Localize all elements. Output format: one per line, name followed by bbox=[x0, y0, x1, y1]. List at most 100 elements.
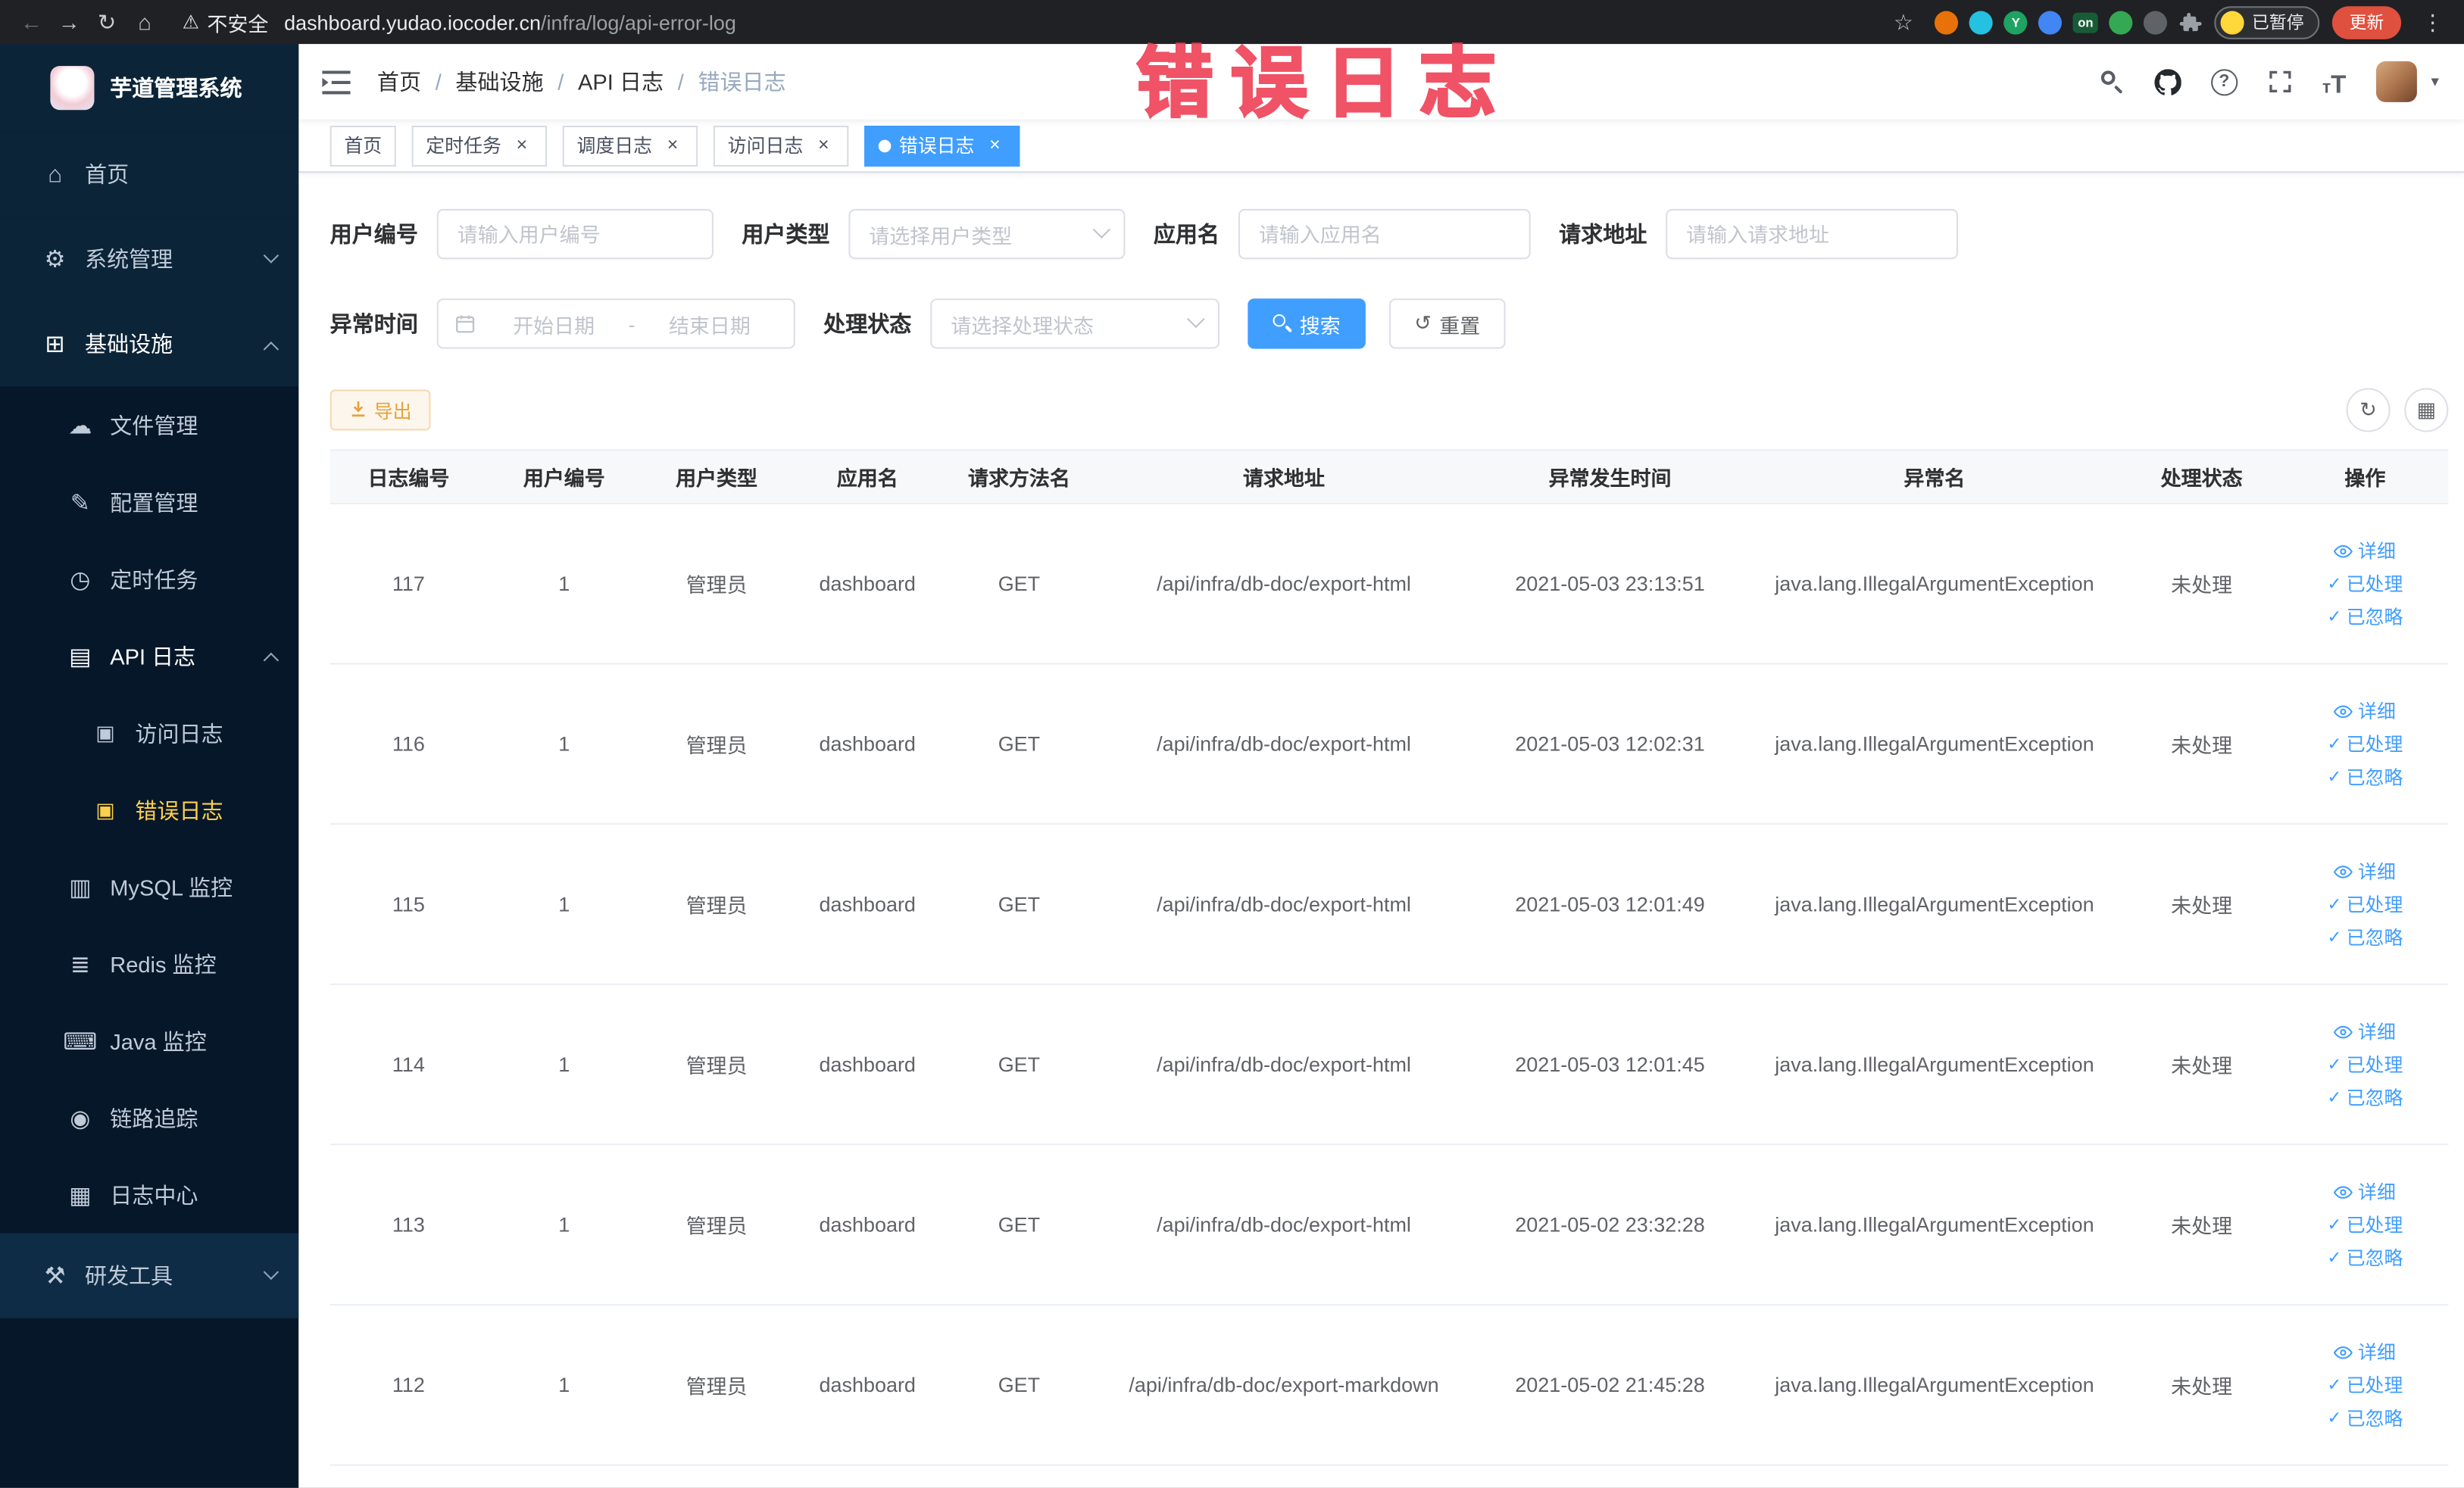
processed-link[interactable]: ✓ 已处理 bbox=[2327, 1371, 2403, 1398]
processed-link[interactable]: ✓ 已处理 bbox=[2327, 570, 2403, 597]
tab-close-icon[interactable]: × bbox=[662, 133, 684, 156]
tab-access-log[interactable]: 访问日志 × bbox=[714, 124, 849, 166]
detail-link[interactable]: 详细 bbox=[2334, 858, 2396, 884]
chevron-down-icon bbox=[263, 247, 280, 263]
font-size-icon[interactable]: тT bbox=[2322, 66, 2346, 98]
cell-time: 2021-05-02 21:45:28 bbox=[1515, 1373, 1705, 1397]
request-url-input[interactable] bbox=[1666, 208, 1959, 260]
ignored-link[interactable]: ✓ 已忽略 bbox=[2327, 604, 2403, 630]
breadcrumb-item[interactable]: 首页 bbox=[377, 66, 421, 97]
sidebar-item-home[interactable]: ⌂ 首页 bbox=[0, 132, 299, 217]
browser-home-icon[interactable]: ⌂ bbox=[126, 9, 164, 34]
extension-on-badge-icon[interactable]: on bbox=[2072, 11, 2098, 33]
processed-link[interactable]: ✓ 已处理 bbox=[2327, 891, 2403, 917]
column-header: 用户类型 bbox=[676, 466, 758, 491]
sidebar-item-job[interactable]: ◷ 定时任务 bbox=[0, 540, 299, 618]
sidebar-item-api-log[interactable]: ▤ API 日志 bbox=[0, 617, 299, 695]
action-label: 详细 bbox=[2358, 700, 2396, 723]
url-bar[interactable]: dashboard.yudao.iocoder.cn/infra/log/api… bbox=[284, 10, 736, 33]
export-button[interactable]: 导出 bbox=[329, 389, 431, 431]
bookmark-star-icon[interactable]: ☆ bbox=[1885, 8, 1922, 35]
search-icon[interactable] bbox=[2100, 66, 2124, 97]
ignored-link[interactable]: ✓ 已忽略 bbox=[2327, 763, 2403, 790]
processed-link[interactable]: ✓ 已处理 bbox=[2327, 731, 2403, 757]
tab-label: 访问日志 bbox=[727, 135, 804, 158]
sidebar-item-infra[interactable]: ⊞ 基础设施 bbox=[0, 301, 299, 387]
app-name-input[interactable] bbox=[1238, 208, 1531, 260]
sidebar-item-label: Java 监控 bbox=[110, 1028, 207, 1054]
sidebar-item-error-log[interactable]: ▣ 错误日志 bbox=[0, 771, 299, 849]
extension-blue-grid-icon[interactable] bbox=[2038, 10, 2063, 34]
extension-green-y-icon[interactable]: Y bbox=[2003, 10, 2028, 34]
github-icon[interactable] bbox=[2154, 66, 2181, 97]
help-icon[interactable]: ? bbox=[2210, 68, 2238, 95]
update-button[interactable]: 更新 bbox=[2331, 5, 2402, 39]
sidebar-item-java[interactable]: ⌨ Java 监控 bbox=[0, 1002, 299, 1080]
sidebar-item-mysql[interactable]: ▥ MySQL 监控 bbox=[0, 848, 299, 925]
forward-icon[interactable]: → bbox=[50, 9, 88, 34]
menu-config-icon: ✎ bbox=[70, 489, 90, 516]
table-header: 日志编号 用户编号 用户类型 应用名 请求方法名 请求地址 异常发生时间 异常名 处理状态 操作 bbox=[329, 451, 2449, 504]
user-avatar[interactable] bbox=[2375, 61, 2417, 102]
processed-link[interactable]: ✓ 已处理 bbox=[2327, 1212, 2403, 1238]
profile-paused-badge[interactable]: 已暂停 bbox=[2214, 5, 2320, 39]
sidebar-item-file[interactable]: ☁ 文件管理 bbox=[0, 386, 299, 464]
extension-leaf-icon[interactable] bbox=[2109, 10, 2133, 34]
tab-job[interactable]: 定时任务 × bbox=[411, 124, 548, 166]
browser-menu-icon[interactable]: ⋮ bbox=[2414, 8, 2452, 35]
processed-link[interactable]: ✓ 已处理 bbox=[2327, 1051, 2403, 1078]
ignored-link[interactable]: ✓ 已忽略 bbox=[2327, 1084, 2403, 1111]
cell-user-type: 管理员 bbox=[685, 733, 748, 758]
search-button[interactable]: 搜索 bbox=[1248, 298, 1366, 349]
check-icon: ✓ bbox=[2327, 1056, 2342, 1075]
sidebar-item-config[interactable]: ✎ 配置管理 bbox=[0, 463, 299, 541]
reload-icon[interactable]: ↻ bbox=[88, 8, 126, 35]
ignored-link[interactable]: ✓ 已忽略 bbox=[2327, 1405, 2403, 1431]
cell-actions: 详细 ✓ 已处理 ✓ 已忽略 bbox=[2281, 858, 2448, 950]
exception-time-range[interactable]: 开始日期 - 结束日期 bbox=[436, 298, 795, 349]
start-date-placeholder: 开始日期 bbox=[513, 313, 595, 338]
breadcrumb-item[interactable]: API 日志 bbox=[578, 66, 664, 97]
extensions-puzzle-icon[interactable] bbox=[2179, 11, 2202, 33]
breadcrumb-item[interactable]: 基础设施 bbox=[455, 66, 543, 97]
user-type-select[interactable]: 请选择用户类型 bbox=[848, 208, 1126, 260]
extension-teal-drop-icon[interactable] bbox=[1969, 10, 1994, 34]
security-chip[interactable]: ⚠ 不安全 bbox=[183, 7, 269, 36]
process-status-select[interactable]: 请选择处理状态 bbox=[930, 298, 1220, 349]
tab-close-icon[interactable]: × bbox=[984, 133, 1006, 156]
sidebar-item-log-center[interactable]: ▦ 日志中心 bbox=[0, 1156, 299, 1234]
cell-actions: 详细 ✓ 已处理 ✓ 已忽略 bbox=[2281, 1018, 2448, 1110]
caret-down-icon[interactable]: ▾ bbox=[2431, 73, 2438, 90]
action-label: 已忽略 bbox=[2346, 1247, 2403, 1270]
tab-job-log[interactable]: 调度日志 × bbox=[562, 124, 698, 166]
action-label: 已处理 bbox=[2346, 1214, 2403, 1237]
back-icon[interactable]: ← bbox=[13, 9, 51, 34]
ignored-link[interactable]: ✓ 已忽略 bbox=[2327, 924, 2403, 950]
refresh-button[interactable]: ↻ bbox=[2346, 388, 2391, 432]
tab-close-icon[interactable]: × bbox=[511, 133, 532, 156]
detail-link[interactable]: 详细 bbox=[2334, 538, 2396, 564]
tab-close-icon[interactable]: × bbox=[813, 133, 835, 156]
detail-link[interactable]: 详细 bbox=[2334, 1339, 2396, 1365]
column-header: 请求地址 bbox=[1243, 466, 1325, 491]
detail-link[interactable]: 详细 bbox=[2334, 1178, 2396, 1205]
sidebar-toggle-icon[interactable] bbox=[298, 70, 374, 94]
user-id-label: 用户编号 bbox=[329, 221, 418, 247]
sidebar-item-dev-tools[interactable]: ⚒ 研发工具 bbox=[0, 1233, 299, 1318]
sidebar-item-trace[interactable]: ◉ 链路追踪 bbox=[0, 1079, 299, 1156]
sidebar-item-label: 基础设施 bbox=[85, 331, 173, 357]
extension-paw-icon[interactable] bbox=[2143, 10, 2168, 34]
detail-link[interactable]: 详细 bbox=[2334, 1018, 2396, 1044]
tab-home[interactable]: 首页 bbox=[329, 124, 396, 166]
sidebar-item-redis[interactable]: ≣ Redis 监控 bbox=[0, 925, 299, 1003]
extension-orange-icon[interactable] bbox=[1935, 10, 1959, 34]
sidebar-item-system[interactable]: ⚙ 系统管理 bbox=[0, 217, 299, 302]
fullscreen-icon[interactable] bbox=[2267, 66, 2292, 97]
column-settings-button[interactable]: ▦ bbox=[2404, 388, 2449, 432]
ignored-link[interactable]: ✓ 已忽略 bbox=[2327, 1244, 2403, 1271]
detail-link[interactable]: 详细 bbox=[2334, 697, 2396, 724]
sidebar-item-access-log[interactable]: ▣ 访问日志 bbox=[0, 694, 299, 772]
user-id-input[interactable] bbox=[436, 208, 714, 260]
tab-error-log[interactable]: 错误日志 × bbox=[864, 124, 1020, 166]
reset-button[interactable]: ↺ 重置 bbox=[1389, 298, 1506, 349]
